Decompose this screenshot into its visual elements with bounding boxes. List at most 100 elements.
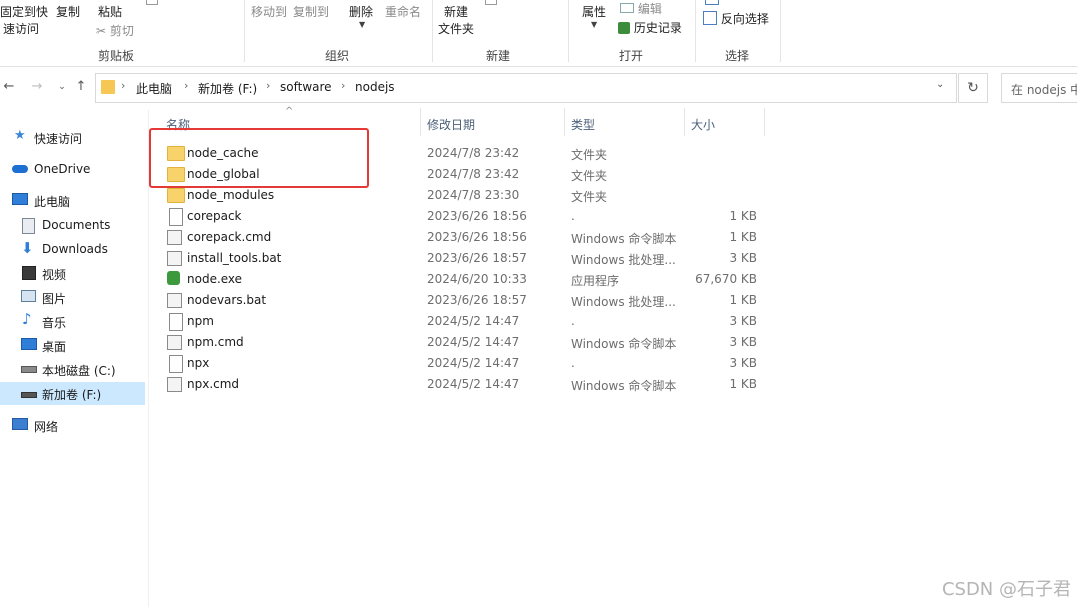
breadcrumb-chevron-icon[interactable]: › (341, 79, 345, 92)
recent-locations-chevron-icon[interactable]: ⌄ (53, 78, 71, 96)
nav-item-desktop[interactable]: 桌面 (0, 334, 145, 357)
nav-item-music[interactable]: ♪ 音乐 (0, 310, 145, 333)
nodejs-icon (167, 271, 180, 285)
drive-icon (21, 366, 37, 373)
select-group-label: 选择 (725, 49, 750, 63)
column-divider[interactable] (764, 108, 765, 136)
new-folder-button[interactable]: 新建 (444, 3, 468, 20)
search-input[interactable]: 在 nodejs 中 (1001, 73, 1077, 103)
file-row[interactable]: node.exe 2024/6/20 10:33 应用程序 67,670 KB (160, 269, 780, 290)
column-header-size[interactable]: 大小 (691, 116, 715, 133)
nav-item-documents[interactable]: Documents (0, 214, 145, 237)
file-name: npx.cmd (187, 377, 240, 391)
pin-to-quick-access-label2[interactable]: 速访问 (3, 20, 39, 37)
organize-group-label: 组织 (325, 49, 350, 63)
edit-button[interactable]: 编辑 (620, 0, 662, 17)
column-divider[interactable] (420, 108, 421, 136)
file-date: 2023/6/26 18:56 (427, 230, 527, 244)
column-divider[interactable] (564, 108, 565, 136)
breadcrumb-this-pc[interactable]: 此电脑 (136, 80, 172, 97)
nav-item-label: 快速访问 (34, 132, 83, 146)
nav-item-label: 本地磁盘 (C:) (42, 364, 116, 378)
history-label: 历史记录 (633, 21, 682, 35)
file-size: 1 KB (729, 377, 757, 391)
move-to-button[interactable]: 移动到 (251, 3, 287, 20)
file-row[interactable]: nodevars.bat 2023/6/26 18:57 Windows 批处理..… (160, 290, 780, 311)
file-row[interactable]: npx 2024/5/2 14:47. 3 KB (160, 353, 780, 374)
nav-item-this-pc[interactable]: 此电脑 (0, 189, 145, 212)
file-size: 1 KB (729, 293, 757, 307)
back-arrow-icon[interactable]: ← (0, 78, 18, 96)
file-date: 2023/6/26 18:56 (427, 209, 527, 223)
file-row[interactable]: npx.cmd 2024/5/2 14:47 Windows 命令脚本 1 KB (160, 374, 780, 395)
nav-item-label: 桌面 (42, 340, 67, 354)
forward-arrow-icon[interactable]: → (28, 78, 46, 96)
column-header-date[interactable]: 修改日期 (427, 116, 475, 133)
file-name: corepack (187, 209, 242, 223)
properties-dropdown-icon[interactable]: ▼ (591, 20, 597, 29)
file-size: 3 KB (729, 314, 757, 328)
file-row[interactable]: corepack 2023/6/26 18:56. 1 KB (160, 206, 780, 227)
new-folder-label2[interactable]: 文件夹 (438, 20, 474, 37)
file-row[interactable]: node_modules 2024/7/8 23:30 文件夹 (160, 185, 780, 206)
file-type: 文件夹 (571, 169, 608, 183)
delete-dropdown-icon[interactable]: ▼ (359, 20, 365, 29)
file-name: node.exe (187, 272, 243, 286)
file-name: npx (187, 356, 210, 370)
breadcrumb-nodejs[interactable]: nodejs (355, 80, 395, 94)
file-type: Windows 批处理... (571, 253, 676, 267)
file-row[interactable]: install_tools.bat 2023/6/26 18:57 Windows … (160, 248, 780, 269)
up-arrow-icon[interactable]: ↑ (72, 78, 90, 96)
nav-item-label: 新加卷 (F:) (42, 388, 102, 402)
file-type: 应用程序 (571, 274, 620, 288)
cut-button[interactable]: ✂ 剪切 (96, 22, 134, 39)
nav-item-onedrive[interactable]: OneDrive (0, 158, 145, 181)
breadcrumb-chevron-icon[interactable]: › (184, 79, 188, 92)
nav-item-downloads[interactable]: ⬇ Downloads (0, 238, 145, 261)
address-bar[interactable]: › 此电脑 › 新加卷 (F:) › software › nodejs ⌄ (95, 73, 957, 103)
file-icon (169, 208, 183, 226)
invert-selection-button[interactable]: 反向选择 (703, 10, 769, 27)
address-dropdown-icon[interactable]: ⌄ (936, 79, 944, 90)
history-button[interactable]: 历史记录 (618, 19, 682, 36)
breadcrumb-software[interactable]: software (280, 80, 332, 94)
paste-button[interactable]: 粘贴 (98, 3, 122, 20)
file-type: Windows 命令脚本 (571, 379, 677, 393)
copy-to-button[interactable]: 复制到 (293, 3, 329, 20)
column-header-type[interactable]: 类型 (571, 116, 595, 133)
nav-item-network[interactable]: 网络 (0, 414, 145, 437)
group-separator (780, 0, 781, 62)
file-name: node_modules (187, 188, 275, 202)
delete-button[interactable]: 删除 (349, 3, 373, 20)
checkbox-icon (146, 0, 158, 5)
watermark: CSDN @石子君 (941, 579, 1071, 600)
properties-button[interactable]: 属性 (582, 3, 606, 20)
pin-to-quick-access-button[interactable]: 固定到快 (0, 3, 48, 20)
nav-item-label: 视频 (42, 268, 67, 282)
star-icon: ★ (14, 128, 26, 143)
file-name: corepack.cmd (187, 230, 272, 244)
file-row[interactable]: corepack.cmd 2023/6/26 18:56 Windows 命令脚本 1… (160, 227, 780, 248)
highlight-box (149, 128, 369, 188)
file-name: nodevars.bat (187, 293, 267, 307)
nav-item-videos[interactable]: 视频 (0, 262, 145, 285)
nav-item-pictures[interactable]: 图片 (0, 286, 145, 309)
breadcrumb-chevron-icon[interactable]: › (121, 79, 125, 92)
refresh-button[interactable]: ↻ (958, 73, 988, 103)
column-divider[interactable] (684, 108, 685, 136)
file-date: 2023/6/26 18:57 (427, 293, 527, 307)
breadcrumb-chevron-icon[interactable]: › (266, 79, 270, 92)
nav-item-local-disk-c[interactable]: 本地磁盘 (C:) (0, 358, 145, 381)
nav-item-drive-f[interactable]: 新加卷 (F:) (0, 382, 145, 405)
rename-button[interactable]: 重命名 (385, 3, 421, 20)
nav-item-quick-access[interactable]: ★ 快速访问 (0, 126, 145, 149)
file-type: Windows 批处理... (571, 295, 676, 309)
file-row[interactable]: npm.cmd 2024/5/2 14:47 Windows 命令脚本 3 KB (160, 332, 780, 353)
open-group-label: 打开 (619, 49, 644, 63)
script-icon (167, 251, 182, 266)
copy-button[interactable]: 复制 (56, 3, 80, 20)
file-row[interactable]: npm 2024/5/2 14:47. 3 KB (160, 311, 780, 332)
file-type: 文件夹 (571, 148, 608, 162)
sort-ascending-icon: ^ (285, 106, 294, 117)
breadcrumb-drive-f[interactable]: 新加卷 (F:) (198, 80, 257, 97)
